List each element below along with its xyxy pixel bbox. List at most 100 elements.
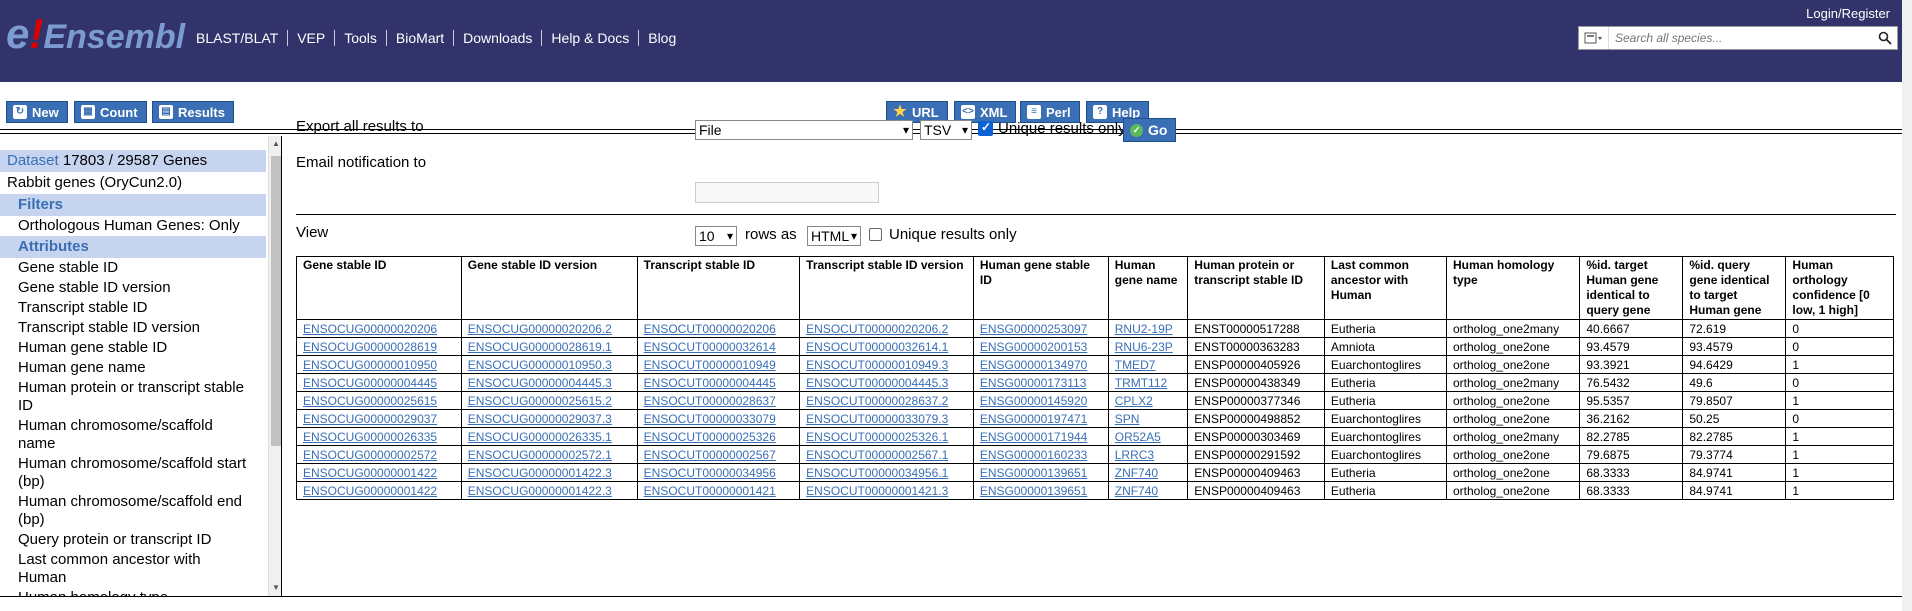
sidebar-attributes-head[interactable]: Attributes xyxy=(0,236,266,258)
table-cell-link[interactable]: ENSOCUT00000025326.1 xyxy=(799,427,974,446)
table-cell-link[interactable]: RNU2-19P xyxy=(1107,319,1189,338)
table-cell-link[interactable]: ENSOCUT00000004445 xyxy=(636,373,801,392)
export-format-select[interactable]: TSV xyxy=(920,120,972,140)
table-cell-link[interactable]: ENSOCUG00000026335 xyxy=(296,427,462,446)
table-cell-link[interactable]: ENSOCUT00000002567.1 xyxy=(799,445,974,464)
sidebar-attribute-item[interactable]: Human gene stable ID xyxy=(0,338,266,358)
table-cell-link[interactable]: ENSG00000197471 xyxy=(972,409,1109,428)
view-unique-checkbox[interactable] xyxy=(869,228,882,241)
nav-downloads[interactable]: Downloads xyxy=(453,30,541,46)
table-cell-link[interactable]: TMED7 xyxy=(1107,355,1189,374)
sidebar-attribute-item[interactable]: Human chromosome/scaffold start (bp) xyxy=(0,454,266,492)
view-format-select[interactable]: HTML xyxy=(807,226,861,246)
table-cell-link[interactable]: ENSOCUT00000034956.1 xyxy=(799,463,974,482)
scrollbar-thumb[interactable] xyxy=(271,156,281,446)
table-cell-link[interactable]: ENSG00000139651 xyxy=(972,481,1109,500)
table-cell-link[interactable]: ENSG00000134970 xyxy=(972,355,1109,374)
table-cell-link[interactable]: ENSOCUG00000020206.2 xyxy=(460,319,638,338)
table-cell-link[interactable]: ENSG00000171944 xyxy=(972,427,1109,446)
table-cell-link[interactable]: ZNF740 xyxy=(1107,481,1189,500)
table-cell-link[interactable]: ENSOCUG00000004445 xyxy=(296,373,462,392)
table-cell-link[interactable]: ENSOCUT00000010949 xyxy=(636,355,801,374)
table-cell-link[interactable]: ENSOCUT00000032614 xyxy=(636,337,801,356)
page-scrollbar[interactable] xyxy=(1902,0,1912,611)
table-cell-link[interactable]: CPLX2 xyxy=(1107,391,1189,410)
export-unique-checkbox[interactable] xyxy=(978,120,993,136)
rows-select[interactable]: 10 xyxy=(695,226,737,246)
table-cell-link[interactable]: ENSOCUT00000032614.1 xyxy=(799,337,974,356)
table-cell-link[interactable]: ENSOCUG00000025615.2 xyxy=(460,391,638,410)
table-cell-link[interactable]: ENSOCUG00000004445.3 xyxy=(460,373,638,392)
scroll-up-icon[interactable]: ▲ xyxy=(271,139,281,149)
new-button[interactable]: ↻ New xyxy=(6,101,68,123)
table-cell-link[interactable]: ENSOCUG00000002572.1 xyxy=(460,445,638,464)
search-input[interactable] xyxy=(1609,31,1873,45)
table-cell-link[interactable]: OR52A5 xyxy=(1107,427,1189,446)
table-cell-link[interactable]: ENSOCUG00000029037 xyxy=(296,409,462,428)
table-cell-link[interactable]: ENSOCUG00000028619.1 xyxy=(460,337,638,356)
table-cell-link[interactable]: ENSG00000145920 xyxy=(972,391,1109,410)
sidebar-attribute-item[interactable]: Human protein or transcript stable ID xyxy=(0,378,266,416)
email-field[interactable] xyxy=(695,182,879,203)
sidebar-attribute-item[interactable]: Query protein or transcript ID xyxy=(0,530,266,550)
table-cell-link[interactable]: ENSG00000173113 xyxy=(972,373,1109,392)
table-cell-link[interactable]: ENSOCUT00000033079.3 xyxy=(799,409,974,428)
sidebar-attribute-item[interactable]: Gene stable ID version xyxy=(0,278,266,298)
sidebar-attribute-item[interactable]: Human chromosome/scaffold end (bp) xyxy=(0,492,266,530)
sidebar-dataset[interactable]: Dataset 17803 / 29587 Genes xyxy=(0,150,266,172)
table-cell-link[interactable]: ENSOCUT00000033079 xyxy=(636,409,801,428)
table-cell-link[interactable]: ENSOCUG00000001422.3 xyxy=(460,481,638,500)
table-cell-link[interactable]: ENSOCUG00000028619 xyxy=(296,337,462,356)
table-cell-link[interactable]: TRMT112 xyxy=(1107,373,1189,392)
sidebar-attribute-item[interactable]: Transcript stable ID xyxy=(0,298,266,318)
login-register-link[interactable]: Login/Register xyxy=(1806,6,1890,21)
table-cell-link[interactable]: ENSG00000160233 xyxy=(972,445,1109,464)
table-cell-link[interactable]: ENSOCUT00000002567 xyxy=(636,445,801,464)
sidebar-species[interactable]: Rabbit genes (OryCun2.0) xyxy=(0,172,266,194)
nav-vep[interactable]: VEP xyxy=(287,30,334,46)
table-cell-link[interactable]: ENSOCUG00000025615 xyxy=(296,391,462,410)
export-destination-select[interactable]: File xyxy=(695,120,913,140)
table-cell-link[interactable]: ENSOCUG00000026335.1 xyxy=(460,427,638,446)
table-cell-link[interactable]: SPN xyxy=(1107,409,1189,428)
sidebar-attribute-item[interactable]: Human chromosome/scaffold name xyxy=(0,416,266,454)
nav-blog[interactable]: Blog xyxy=(638,30,685,46)
table-cell-link[interactable]: ENSOCUG00000029037.3 xyxy=(460,409,638,428)
table-cell-link[interactable]: ENSOCUT00000028637 xyxy=(636,391,801,410)
table-cell-link[interactable]: ENSOCUG00000001422 xyxy=(296,481,462,500)
sidebar-attribute-item[interactable]: Human gene name xyxy=(0,358,266,378)
sidebar-attribute-item[interactable]: Transcript stable ID version xyxy=(0,318,266,338)
table-cell-link[interactable]: ENSOCUG00000001422 xyxy=(296,463,462,482)
table-cell-link[interactable]: ENSOCUT00000001421 xyxy=(636,481,801,500)
table-cell-link[interactable]: ZNF740 xyxy=(1107,463,1189,482)
table-cell-link[interactable]: ENSG00000253097 xyxy=(972,319,1109,338)
nav-tools[interactable]: Tools xyxy=(334,30,386,46)
nav-help-docs[interactable]: Help & Docs xyxy=(541,30,638,46)
table-cell-link[interactable]: ENSG00000139651 xyxy=(972,463,1109,482)
table-cell-link[interactable]: ENSOCUG00000010950 xyxy=(296,355,462,374)
species-dropdown-icon[interactable] xyxy=(1579,27,1609,49)
sidebar-attribute-item[interactable]: Human homology type xyxy=(0,588,266,596)
table-cell-link[interactable]: ENSOCUG00000010950.3 xyxy=(460,355,638,374)
table-cell-link[interactable]: ENSOCUG00000002572 xyxy=(296,445,462,464)
sidebar-filter-item[interactable]: Orthologous Human Genes: Only xyxy=(0,216,266,236)
sidebar-attribute-item[interactable]: Gene stable ID xyxy=(0,258,266,278)
nav-blast[interactable]: BLAST/BLAT xyxy=(196,30,287,46)
table-cell-link[interactable]: ENSOCUT00000020206 xyxy=(636,319,801,338)
table-cell-link[interactable]: ENSOCUG00000020206 xyxy=(296,319,462,338)
table-cell-link[interactable]: ENSOCUT00000025326 xyxy=(636,427,801,446)
table-cell-link[interactable]: RNU6-23P xyxy=(1107,337,1189,356)
sidebar-filters-head[interactable]: Filters xyxy=(0,194,266,216)
table-cell-link[interactable]: ENSG00000200153 xyxy=(972,337,1109,356)
table-cell-link[interactable]: ENSOCUT00000034956 xyxy=(636,463,801,482)
search-icon[interactable] xyxy=(1873,27,1897,49)
sidebar-attribute-item[interactable]: Last common ancestor with Human xyxy=(0,550,266,588)
scroll-down-icon[interactable]: ▼ xyxy=(271,583,281,593)
table-cell-link[interactable]: ENSOCUT00000004445.3 xyxy=(799,373,974,392)
table-cell-link[interactable]: LRRC3 xyxy=(1107,445,1189,464)
table-cell-link[interactable]: ENSOCUT00000028637.2 xyxy=(799,391,974,410)
go-button[interactable]: ✓ Go xyxy=(1123,118,1177,142)
table-cell-link[interactable]: ENSOCUG00000001422.3 xyxy=(460,463,638,482)
table-cell-link[interactable]: ENSOCUT00000020206.2 xyxy=(799,319,974,338)
count-button[interactable]: ▦ Count xyxy=(74,101,147,123)
